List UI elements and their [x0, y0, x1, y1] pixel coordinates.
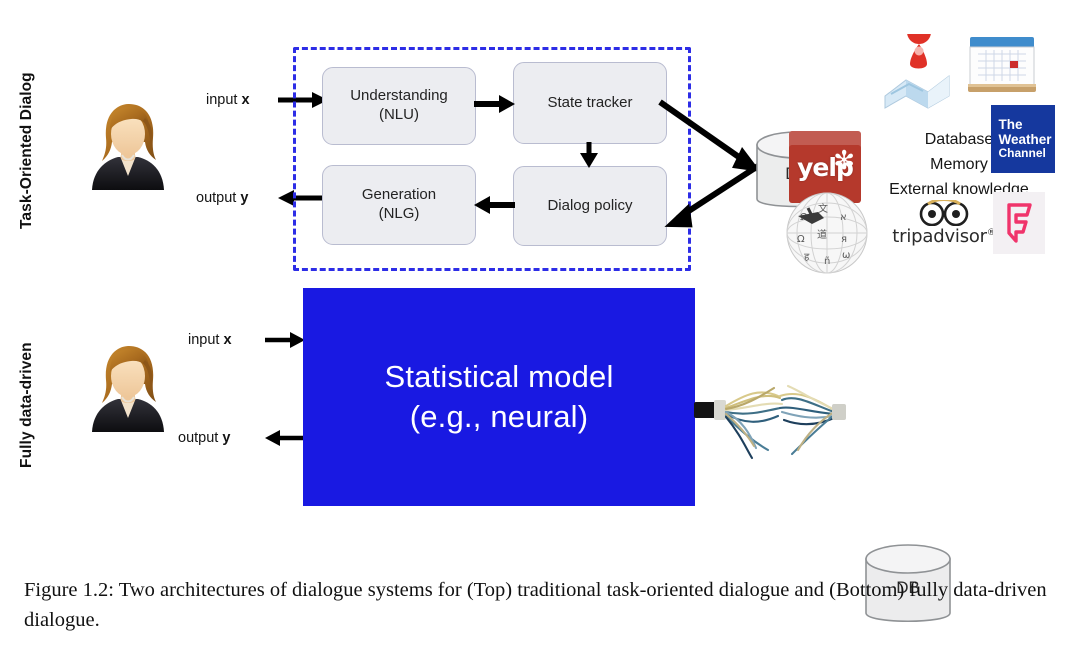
input-label-top: input x	[206, 92, 250, 108]
process-box-dialog-policy[interactable]: Dialog policy	[513, 166, 667, 246]
tripadvisor-logo-text: tripadvisor	[892, 226, 987, 247]
calendar-icon	[967, 33, 1037, 99]
wikipedia-globe-icon: Ω文א Ω道я हñω	[784, 190, 870, 276]
statistical-model-line2: (e.g., neural)	[409, 399, 589, 434]
svg-text:道: 道	[817, 228, 827, 241]
foursquare-logo	[993, 192, 1045, 254]
svg-text:ω: ω	[842, 250, 850, 261]
process-box-dialog-policy-line1: Dialog policy	[547, 196, 633, 214]
process-box-state-tracker-line1: State tracker	[547, 93, 633, 111]
foursquare-glyph	[1007, 203, 1032, 243]
weather-channel-logo: The Weather Channel	[991, 105, 1055, 173]
process-box-nlu-line2: (NLU)	[378, 106, 419, 123]
process-box-nlg-line2: (NLG)	[378, 205, 420, 222]
section-label-task-oriented: Task-Oriented Dialog	[18, 72, 35, 230]
figure-canvas: Task-Oriented Dialog input x output y Un…	[0, 0, 1080, 662]
process-box-nlg-line1: Generation	[361, 186, 437, 204]
arrow-model-to-output	[265, 429, 305, 447]
user-avatar-top	[84, 98, 172, 190]
frayed-cable-bundle-icon	[694, 362, 864, 467]
arrow-nlu-to-state-tracker	[474, 94, 515, 114]
weather-channel-line1: The	[998, 117, 1023, 133]
maps-icon	[879, 20, 955, 110]
yelp-burst-icon: ✻	[833, 145, 855, 175]
output-label-bottom: output y	[178, 430, 231, 446]
section-label-fully-data-driven: Fully data-driven	[18, 342, 35, 468]
arrow-input-to-model	[265, 331, 305, 349]
output-label-top: output y	[196, 190, 249, 206]
figure-caption: Figure 1.2: Two architectures of dialogu…	[24, 579, 1047, 631]
svg-text:א: א	[840, 212, 847, 223]
input-label-bottom: input x	[188, 332, 232, 348]
svg-text:ñ: ñ	[824, 256, 830, 267]
statistical-model-line1: Statistical model	[384, 358, 614, 394]
svg-text:ह: ह	[804, 252, 810, 263]
svg-text:Ω: Ω	[797, 234, 805, 245]
svg-text:я: я	[841, 234, 847, 245]
process-box-nlu[interactable]: Understanding (NLU)	[322, 67, 476, 145]
arrow-dialog-policy-to-nlg	[474, 195, 515, 215]
tripadvisor-logo: tripadvisor®	[892, 200, 996, 247]
user-avatar-bottom	[84, 340, 172, 432]
weather-channel-line3: Channel	[998, 146, 1046, 161]
process-box-nlg[interactable]: Generation (NLG)	[322, 165, 476, 245]
process-box-nlu-line1: Understanding	[350, 87, 448, 105]
process-box-state-tracker[interactable]: State tracker	[513, 62, 667, 144]
weather-channel-line2: Weather	[998, 132, 1052, 148]
svg-text:文: 文	[818, 202, 828, 215]
statistical-model-box[interactable]: Statistical model (e.g., neural)	[303, 288, 695, 506]
arrow-state-tracker-to-dialog-policy	[578, 142, 600, 168]
